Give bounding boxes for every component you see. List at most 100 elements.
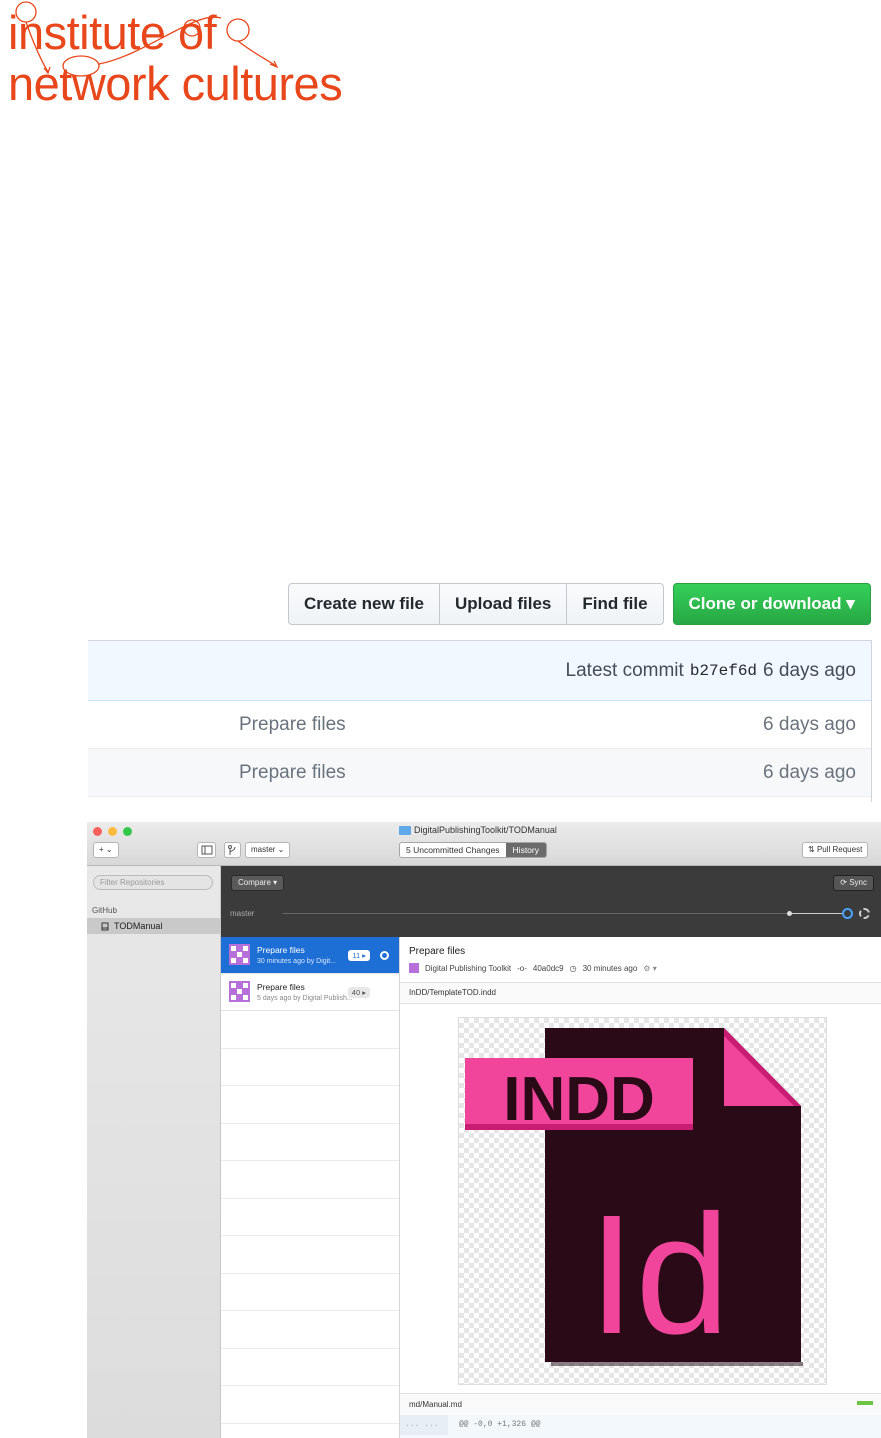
- indd-id-text: Id: [588, 1180, 730, 1370]
- window-controls: [93, 827, 132, 836]
- file-commit-age: 6 days ago: [763, 761, 856, 783]
- commit-file-count[interactable]: 11 ▸: [348, 950, 370, 961]
- title-bar: DigitalPublishingToolkit/TODManual + ⌄ m…: [87, 822, 881, 866]
- file-row: Prepare files 6 days ago: [88, 701, 871, 749]
- clone-or-download-button[interactable]: Clone or download ▾: [672, 583, 871, 625]
- tab-uncommitted-changes[interactable]: 5 Uncommitted Changes: [400, 843, 506, 857]
- logo-network-arrows: [15, 1, 279, 77]
- indd-banner-text: INDD: [503, 1065, 655, 1134]
- tab-history[interactable]: History: [505, 843, 546, 857]
- image-preview: INDD Id: [458, 1017, 827, 1385]
- file-commit-message[interactable]: Prepare files: [239, 762, 346, 784]
- zoom-window-button[interactable]: [123, 827, 132, 836]
- empty-list-row: [221, 1311, 399, 1349]
- commit-file-count[interactable]: 40 ▸: [347, 987, 370, 998]
- empty-list-row: [221, 1049, 399, 1086]
- branch-icon: [228, 845, 236, 855]
- diff-gutter: ... ...: [400, 1415, 448, 1435]
- commit-item[interactable]: Prepare files 5 days ago by Digital Publ…: [221, 974, 399, 1011]
- repo-icon: [101, 922, 109, 930]
- avatar: [409, 963, 419, 973]
- compare-button[interactable]: Compare ▾: [231, 875, 285, 891]
- pull-request-label: Pull Request: [816, 845, 863, 854]
- file-row: Prepare files 6 days ago: [88, 749, 871, 797]
- timeline-track-recent: [789, 913, 844, 914]
- add-repository-button[interactable]: + ⌄: [93, 842, 119, 858]
- timeline-commit-selected[interactable]: [842, 908, 853, 919]
- file-listing: Latest commit b27ef6d 6 days ago Prepare…: [88, 640, 872, 802]
- commit-list: Prepare files 30 minutes ago by Digit...…: [221, 937, 400, 1438]
- pull-request-icon: ⇅: [808, 845, 817, 854]
- sync-icon: ⟳: [840, 878, 850, 887]
- commit-author: Digital Publishing Toolkit: [425, 963, 512, 973]
- file-actions-group: Create new file Upload files Find file: [288, 583, 664, 625]
- sidebar-item-todmanual[interactable]: TODManual: [87, 918, 220, 934]
- timeline-commit-dot[interactable]: [787, 911, 792, 916]
- upload-files-button[interactable]: Upload files: [440, 584, 568, 624]
- diff-hunk-header: ... ... @@ -0,0 +1,326 @@: [400, 1415, 881, 1438]
- empty-list-row: [221, 1274, 399, 1311]
- avatar: [229, 981, 250, 1002]
- empty-list-row: [221, 1011, 399, 1049]
- changed-file-name: md/Manual.md: [409, 1400, 462, 1409]
- empty-list-row: [221, 1349, 399, 1386]
- empty-list-row: [221, 1386, 399, 1424]
- commit-title: Prepare files: [257, 982, 305, 992]
- commit-detail-title: Prepare files: [409, 946, 466, 957]
- filter-repositories-input[interactable]: Filter Repositories: [93, 875, 213, 890]
- institute-of-network-cultures-logo: institute of network cultures: [6, 0, 396, 110]
- minimize-window-button[interactable]: [108, 827, 117, 836]
- create-new-file-button[interactable]: Create new file: [289, 584, 440, 624]
- timeline-uncommitted-node[interactable]: [859, 908, 870, 919]
- empty-list-row: [221, 1236, 399, 1274]
- commit-head-icon: [380, 951, 389, 960]
- empty-list-row: [221, 1161, 399, 1199]
- branch-timeline-bar: Compare ▾ ⟳ Sync master: [221, 866, 881, 937]
- commit-item[interactable]: Prepare files 30 minutes ago by Digit...…: [221, 937, 399, 974]
- changed-file-header[interactable]: md/Manual.md: [400, 1393, 881, 1415]
- view-switcher: 5 Uncommitted Changes History: [399, 842, 547, 858]
- additions-indicator: [857, 1401, 873, 1405]
- sync-button[interactable]: ⟳ Sync: [833, 875, 874, 891]
- latest-commit-sha[interactable]: b27ef6d: [690, 662, 757, 680]
- empty-list-row: [221, 1199, 399, 1236]
- file-commit-message[interactable]: Prepare files: [239, 714, 346, 736]
- sidebar-item-label: TODManual: [114, 921, 163, 931]
- timeline-branch-label: master: [230, 909, 255, 918]
- repository-sidebar: Filter Repositories GitHub TODManual: [87, 866, 221, 1438]
- github-desktop-window: DigitalPublishingToolkit/TODManual + ⌄ m…: [87, 822, 881, 1438]
- commit-icon: -o-: [517, 963, 527, 973]
- window-title-text: DigitalPublishingToolkit/TODManual: [414, 825, 557, 835]
- changed-file-header[interactable]: InDD/TemplateTOD.indd: [400, 982, 881, 1004]
- repo-file-toolbar: Create new file Upload files Find file C…: [288, 583, 871, 625]
- branch-button[interactable]: [224, 842, 241, 858]
- file-commit-age: 6 days ago: [763, 713, 856, 735]
- empty-list-row: [221, 1086, 399, 1124]
- latest-commit-label: Latest commit: [565, 659, 684, 681]
- toggle-sidebar-button[interactable]: [197, 842, 216, 858]
- indd-file-icon: INDD Id: [465, 1028, 803, 1370]
- commit-detail: Prepare files Digital Publishing Toolkit…: [400, 937, 881, 1438]
- avatar: [229, 944, 250, 965]
- branch-selector[interactable]: master ⌄: [245, 842, 291, 858]
- commit-title: Prepare files: [257, 945, 305, 955]
- commit-detail-meta: Digital Publishing Toolkit -o- 40a0dc9 ◷…: [409, 963, 657, 973]
- commit-subtitle: 5 days ago by Digital Publish...: [257, 995, 353, 1002]
- find-file-button[interactable]: Find file: [567, 584, 662, 624]
- folder-icon: [399, 825, 411, 835]
- clock-icon: ◷: [569, 963, 577, 973]
- timeline-track: [283, 913, 789, 914]
- gear-icon[interactable]: ⚙ ▾: [643, 964, 656, 973]
- pull-request-button[interactable]: ⇅ Pull Request: [802, 842, 869, 858]
- commit-sha[interactable]: 40a0dc9: [533, 964, 564, 973]
- diff-hunk-text: @@ -0,0 +1,326 @@: [458, 1420, 541, 1429]
- close-window-button[interactable]: [93, 827, 102, 836]
- latest-commit-age: 6 days ago: [763, 659, 856, 681]
- commit-subtitle: 30 minutes ago by Digit...: [257, 958, 336, 965]
- commit-time: 30 minutes ago: [582, 963, 638, 973]
- sync-label: Sync: [849, 878, 867, 887]
- sidebar-icon: [201, 845, 213, 855]
- latest-commit-bar: Latest commit b27ef6d 6 days ago: [88, 641, 871, 701]
- sidebar-section-github: GitHub: [92, 906, 117, 915]
- window-title: DigitalPublishingToolkit/TODManual: [399, 825, 557, 835]
